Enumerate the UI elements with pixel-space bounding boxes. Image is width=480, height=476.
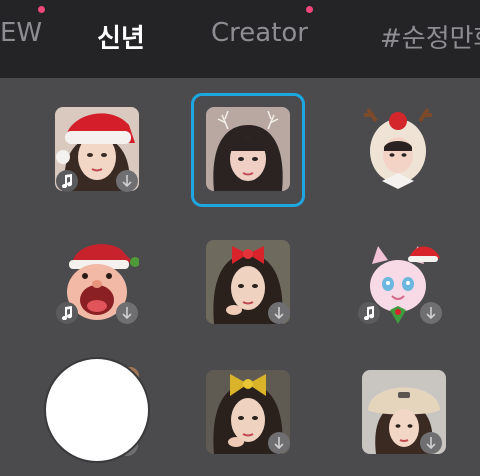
tab-new[interactable]: EW — [0, 18, 42, 48]
new-indicator-dot — [306, 6, 313, 13]
new-indicator-dot — [38, 6, 45, 13]
filter-category-tabs: EW 신년 Creator #순정만화 — [0, 0, 480, 78]
tab-new-year[interactable]: 신년 — [97, 18, 145, 55]
download-arrow-icon[interactable] — [268, 302, 290, 324]
music-note-icon — [56, 302, 78, 324]
filter-reindeer-hood-girl[interactable] — [356, 107, 440, 191]
music-note-icon — [358, 302, 380, 324]
download-arrow-icon[interactable] — [116, 170, 138, 192]
music-note-icon — [56, 170, 78, 192]
download-arrow-icon[interactable] — [268, 432, 290, 454]
download-arrow-icon[interactable] — [420, 432, 442, 454]
download-arrow-icon[interactable] — [420, 302, 442, 324]
capture-button[interactable] — [51, 364, 143, 456]
selected-filter-frame — [191, 93, 305, 207]
tab-creator[interactable]: Creator — [211, 18, 308, 48]
tab-sunjeong-manhwa[interactable]: #순정만화 — [380, 18, 480, 55]
download-arrow-icon[interactable] — [116, 302, 138, 324]
